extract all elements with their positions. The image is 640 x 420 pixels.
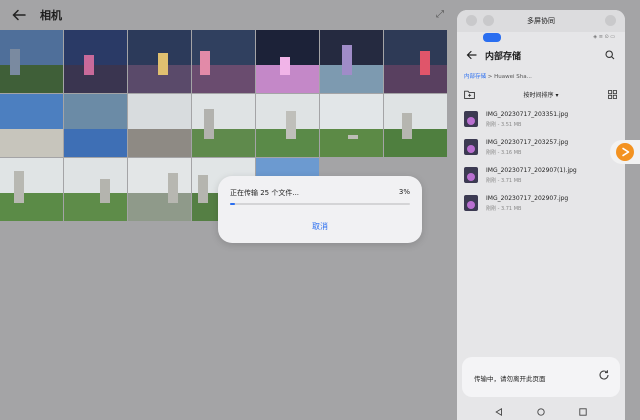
breadcrumb-separator: > bbox=[487, 74, 493, 80]
photo-thumbnail[interactable] bbox=[64, 30, 127, 93]
progress-track bbox=[230, 203, 410, 205]
system-nav-bar bbox=[457, 404, 625, 420]
photo-thumbnail[interactable] bbox=[256, 94, 319, 157]
panel-header: 多屏协同 bbox=[457, 10, 625, 32]
photo-thumbnail[interactable] bbox=[320, 94, 383, 157]
file-list: IMG_20230717_203351.jpg 刚刚 - 3.51 MB IMG… bbox=[457, 108, 625, 216]
file-name: IMG_20230717_203257.jpg bbox=[486, 139, 569, 146]
photo-thumbnail[interactable] bbox=[192, 30, 255, 93]
sort-dropdown[interactable]: 按时间排序 ▾ bbox=[457, 90, 625, 99]
photo-thumbnail[interactable] bbox=[256, 30, 319, 93]
file-name: IMG_20230717_203351.jpg bbox=[486, 111, 569, 118]
file-meta: 刚刚 - 3.71 MB bbox=[486, 206, 522, 212]
transfer-status-text: 传输中，请勿离开此页面 bbox=[474, 375, 546, 383]
photo-thumbnail[interactable] bbox=[128, 30, 191, 93]
photo-thumbnail[interactable] bbox=[0, 30, 63, 93]
file-thumbnail bbox=[464, 167, 478, 183]
grid-view-icon[interactable] bbox=[608, 90, 617, 99]
panel-nav-row: 内部存储 bbox=[457, 44, 625, 66]
status-icons: ◈ ≡ ⊙ ▭ bbox=[593, 34, 615, 40]
file-meta: 刚刚 - 3.16 MB bbox=[486, 150, 522, 156]
mini-status-bar: ◈ ≡ ⊙ ▭ bbox=[457, 32, 625, 44]
status-pill bbox=[483, 33, 501, 42]
page-title: 相机 bbox=[40, 9, 62, 22]
breadcrumb: 内部存储 > Huawei Sha... bbox=[464, 72, 625, 80]
photo-thumbnail[interactable] bbox=[64, 158, 127, 221]
file-list-item[interactable]: IMG_20230717_203257.jpg 刚刚 - 3.16 MB bbox=[457, 136, 625, 160]
progress-fill bbox=[230, 203, 236, 205]
assistant-icon bbox=[616, 143, 634, 161]
nav-recents-icon[interactable] bbox=[579, 408, 587, 416]
file-toolbar: 按时间排序 ▾ bbox=[457, 86, 625, 104]
back-arrow-icon[interactable] bbox=[12, 8, 26, 22]
multi-screen-panel: 多屏协同 ◈ ≡ ⊙ ▭ 内部存储 内部存储 > Huawei Sha... 按… bbox=[457, 10, 625, 420]
transfer-progress-dialog: 正在传输 25 个文件... 3% 取消 bbox=[218, 176, 422, 243]
photo-thumbnail[interactable] bbox=[0, 94, 63, 157]
file-name: IMG_20230717_202907.jpg bbox=[486, 195, 569, 202]
nav-home-icon[interactable] bbox=[537, 408, 545, 416]
floating-assistant-button[interactable] bbox=[610, 140, 640, 164]
close-icon[interactable] bbox=[605, 15, 616, 26]
breadcrumb-current[interactable]: Huawei Sha... bbox=[494, 74, 532, 80]
file-thumbnail bbox=[464, 195, 478, 211]
back-arrow-icon[interactable] bbox=[466, 50, 477, 60]
transfer-message: 正在传输 25 个文件... bbox=[230, 189, 300, 197]
nav-back-icon[interactable] bbox=[495, 408, 503, 416]
photo-thumbnail[interactable] bbox=[64, 94, 127, 157]
photo-thumbnail[interactable] bbox=[192, 94, 255, 157]
refresh-icon bbox=[599, 370, 609, 380]
file-meta: 刚刚 - 3.71 MB bbox=[486, 178, 522, 184]
file-name: IMG_20230717_202907(1).jpg bbox=[486, 167, 577, 174]
cancel-button[interactable]: 取消 bbox=[218, 221, 422, 232]
transfer-percent: 3% bbox=[398, 188, 410, 196]
breadcrumb-root[interactable]: 内部存储 bbox=[464, 74, 486, 80]
photo-thumbnail[interactable] bbox=[384, 30, 447, 93]
file-thumbnail bbox=[464, 139, 478, 155]
file-meta: 刚刚 - 3.51 MB bbox=[486, 122, 522, 128]
photo-thumbnail[interactable] bbox=[0, 158, 63, 221]
file-list-item[interactable]: IMG_20230717_202907.jpg 刚刚 - 3.71 MB bbox=[457, 192, 625, 216]
chevron-down-icon: ▾ bbox=[555, 92, 559, 99]
search-icon[interactable] bbox=[605, 50, 615, 60]
file-list-item[interactable]: IMG_20230717_203351.jpg 刚刚 - 3.51 MB bbox=[457, 108, 625, 132]
panel-heading: 内部存储 bbox=[485, 52, 522, 62]
photo-thumbnail[interactable] bbox=[384, 94, 447, 157]
file-thumbnail bbox=[464, 111, 478, 127]
file-list-item[interactable]: IMG_20230717_202907(1).jpg 刚刚 - 3.71 MB bbox=[457, 164, 625, 188]
transfer-status-card: 传输中，请勿离开此页面 bbox=[462, 357, 620, 397]
fullscreen-icon[interactable]: ⤢ bbox=[436, 9, 444, 20]
sort-label: 按时间排序 bbox=[523, 92, 554, 99]
photo-thumbnail[interactable] bbox=[128, 94, 191, 157]
photo-thumbnail[interactable] bbox=[128, 158, 191, 221]
gallery-top-bar: 相机 ⤢ bbox=[0, 0, 456, 30]
photo-thumbnail[interactable] bbox=[320, 30, 383, 93]
panel-title: 多屏协同 bbox=[527, 17, 555, 25]
